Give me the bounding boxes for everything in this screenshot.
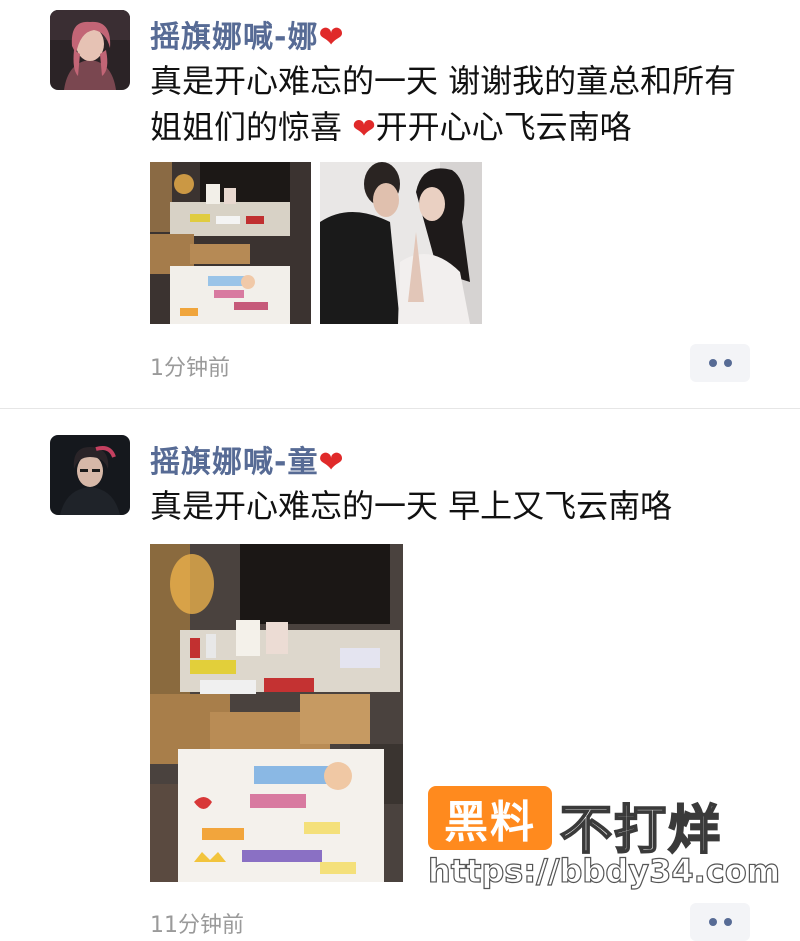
heart-emoji: ❤	[318, 445, 345, 480]
post-text-line: 真是开心难忘的一天 谢谢我的童总和所有	[150, 62, 737, 100]
photo-couple[interactable]	[320, 162, 482, 324]
dot-icon	[708, 918, 717, 926]
photo-room-gifts-large[interactable]	[150, 544, 403, 882]
watermark-url: https://bbdy34.com	[427, 851, 781, 890]
post-text-segment: 开开心心飞云南咯	[375, 108, 632, 146]
more-options-button[interactable]	[690, 903, 750, 941]
username[interactable]: 摇旗娜喊-娜❤	[150, 12, 345, 56]
avatar[interactable]	[50, 10, 130, 90]
post-timestamp: 1分钟前	[150, 356, 230, 381]
avatar[interactable]	[50, 435, 130, 515]
heart-emoji: ❤	[352, 112, 376, 145]
heart-emoji: ❤	[318, 20, 345, 55]
post-text-segment: 姐姐们的惊喜	[150, 108, 353, 146]
username-text[interactable]: 摇旗娜喊-童	[150, 445, 318, 480]
watermark: 黑料 不打烊 https://bbdy34.com	[427, 786, 781, 896]
dot-icon	[708, 359, 717, 367]
watermark-badge: 黑料	[428, 786, 552, 850]
post-content: 真是开心难忘的一天 早上又飞云南咯	[150, 483, 770, 529]
photo-room-gifts[interactable]	[150, 162, 311, 324]
more-options-button[interactable]	[690, 344, 750, 382]
post-text-line: 姐姐们的惊喜 ❤开开心心飞云南咯	[150, 104, 770, 152]
post-timestamp: 11分钟前	[150, 913, 244, 938]
dot-icon	[723, 918, 732, 926]
dot-icon	[723, 359, 732, 367]
post-content: 真是开心难忘的一天 谢谢我的童总和所有 姐姐们的惊喜 ❤开开心心飞云南咯	[150, 58, 770, 152]
username[interactable]: 摇旗娜喊-童❤	[150, 437, 345, 481]
username-text[interactable]: 摇旗娜喊-娜	[150, 20, 318, 55]
moment-post-1: 摇旗娜喊-娜❤ 真是开心难忘的一天 谢谢我的童总和所有 姐姐们的惊喜 ❤开开心心…	[0, 0, 800, 408]
post-text-line: 真是开心难忘的一天 早上又飞云南咯	[150, 487, 673, 525]
